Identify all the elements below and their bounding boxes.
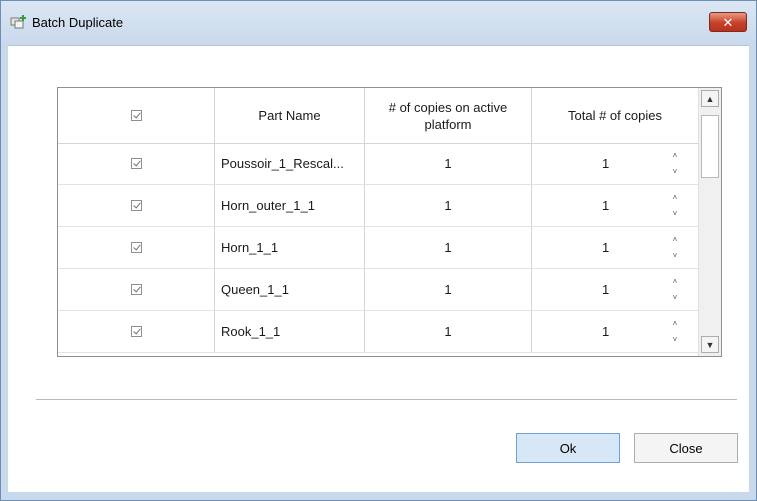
total-copies-cell[interactable]: 1 ˄ ˅ bbox=[532, 185, 698, 226]
part-name-cell: Horn_1_1 bbox=[215, 227, 365, 268]
quantity-stepper[interactable]: ˄ ˅ bbox=[670, 193, 680, 219]
row-select-cell[interactable] bbox=[58, 143, 215, 184]
row-checkbox[interactable] bbox=[130, 158, 142, 169]
total-copies-value[interactable]: 1 bbox=[602, 324, 609, 339]
total-copies-cell[interactable]: 1 ˄ ˅ bbox=[532, 143, 698, 184]
scrollbar-thumb[interactable] bbox=[701, 115, 719, 178]
close-icon: ✕ bbox=[722, 14, 734, 30]
copies-active-cell[interactable]: 1 bbox=[365, 227, 532, 268]
grid-header: Part Name # of copies on active platform… bbox=[58, 88, 698, 144]
table-row[interactable]: Horn_1_1 1 1 ˄ ˅ bbox=[58, 227, 698, 269]
quantity-stepper[interactable]: ˄ ˅ bbox=[670, 319, 680, 345]
row-select-cell[interactable] bbox=[58, 227, 215, 268]
arrow-down-icon: ▼ bbox=[705, 339, 715, 350]
window-frame-bottom bbox=[1, 492, 756, 500]
vertical-scrollbar[interactable]: ▲ ▼ bbox=[698, 88, 721, 356]
total-copies-value[interactable]: 1 bbox=[602, 198, 609, 213]
row-select-cell[interactable] bbox=[58, 311, 215, 352]
copies-active-cell[interactable]: 1 bbox=[365, 269, 532, 310]
arrow-up-icon: ▲ bbox=[705, 93, 715, 104]
decrement-icon[interactable]: ˅ bbox=[673, 293, 678, 303]
increment-icon[interactable]: ˄ bbox=[673, 235, 678, 245]
divider bbox=[36, 399, 737, 401]
part-name-cell: Poussoir_1_Rescal... bbox=[215, 143, 365, 184]
quantity-stepper[interactable]: ˄ ˅ bbox=[670, 277, 680, 303]
total-copies-cell[interactable]: 1 ˄ ˅ bbox=[532, 269, 698, 310]
close-button[interactable]: Close bbox=[634, 433, 738, 463]
total-copies-cell[interactable]: 1 ˄ ˅ bbox=[532, 227, 698, 268]
header-total-copies[interactable]: Total # of copies bbox=[532, 88, 698, 143]
window-title: Batch Duplicate bbox=[32, 15, 124, 30]
quantity-stepper[interactable]: ˄ ˅ bbox=[670, 151, 680, 177]
table-row[interactable]: Horn_outer_1_1 1 1 ˄ ˅ bbox=[58, 185, 698, 227]
total-copies-value[interactable]: 1 bbox=[602, 156, 609, 171]
select-all-checkbox[interactable] bbox=[130, 110, 142, 121]
row-checkbox[interactable] bbox=[130, 284, 142, 295]
increment-icon[interactable]: ˄ bbox=[673, 319, 678, 329]
copies-active-cell[interactable]: 1 bbox=[365, 143, 532, 184]
increment-icon[interactable]: ˄ bbox=[673, 151, 678, 161]
close-window-button[interactable]: ✕ bbox=[709, 12, 747, 32]
increment-icon[interactable]: ˄ bbox=[673, 193, 678, 203]
decrement-icon[interactable]: ˅ bbox=[673, 209, 678, 219]
batch-duplicate-icon bbox=[10, 15, 26, 29]
row-checkbox[interactable] bbox=[130, 200, 142, 211]
table-row[interactable]: Poussoir_1_Rescal... 1 1 ˄ ˅ bbox=[58, 143, 698, 185]
quantity-stepper[interactable]: ˄ ˅ bbox=[670, 235, 680, 261]
header-copies-active[interactable]: # of copies on active platform bbox=[365, 88, 532, 143]
ok-button[interactable]: Ok bbox=[516, 433, 620, 463]
part-name-cell: Queen_1_1 bbox=[215, 269, 365, 310]
batch-duplicate-dialog: Batch Duplicate ✕ Part Name # of copies … bbox=[0, 0, 757, 501]
row-checkbox[interactable] bbox=[130, 326, 142, 337]
decrement-icon[interactable]: ˅ bbox=[673, 335, 678, 345]
window-frame-left bbox=[1, 45, 8, 500]
title-bar[interactable]: Batch Duplicate ✕ bbox=[1, 1, 756, 46]
row-checkbox[interactable] bbox=[130, 242, 142, 253]
decrement-icon[interactable]: ˅ bbox=[673, 167, 678, 177]
part-name-cell: Rook_1_1 bbox=[215, 311, 365, 352]
row-select-cell[interactable] bbox=[58, 269, 215, 310]
header-part-name[interactable]: Part Name bbox=[215, 88, 365, 143]
decrement-icon[interactable]: ˅ bbox=[673, 251, 678, 261]
row-select-cell[interactable] bbox=[58, 185, 215, 226]
increment-icon[interactable]: ˄ bbox=[673, 277, 678, 287]
total-copies-value[interactable]: 1 bbox=[602, 240, 609, 255]
copies-active-cell[interactable]: 1 bbox=[365, 311, 532, 352]
part-name-cell: Horn_outer_1_1 bbox=[215, 185, 365, 226]
header-select-all[interactable] bbox=[58, 88, 215, 143]
total-copies-cell[interactable]: 1 ˄ ˅ bbox=[532, 311, 698, 352]
scroll-down-button[interactable]: ▼ bbox=[701, 336, 719, 353]
copies-active-cell[interactable]: 1 bbox=[365, 185, 532, 226]
parts-grid: Part Name # of copies on active platform… bbox=[57, 87, 722, 357]
window-frame-right bbox=[749, 45, 756, 500]
table-row[interactable]: Rook_1_1 1 1 ˄ ˅ bbox=[58, 311, 698, 353]
scroll-up-button[interactable]: ▲ bbox=[701, 90, 719, 107]
total-copies-value[interactable]: 1 bbox=[602, 282, 609, 297]
table-row[interactable]: Queen_1_1 1 1 ˄ ˅ bbox=[58, 269, 698, 311]
